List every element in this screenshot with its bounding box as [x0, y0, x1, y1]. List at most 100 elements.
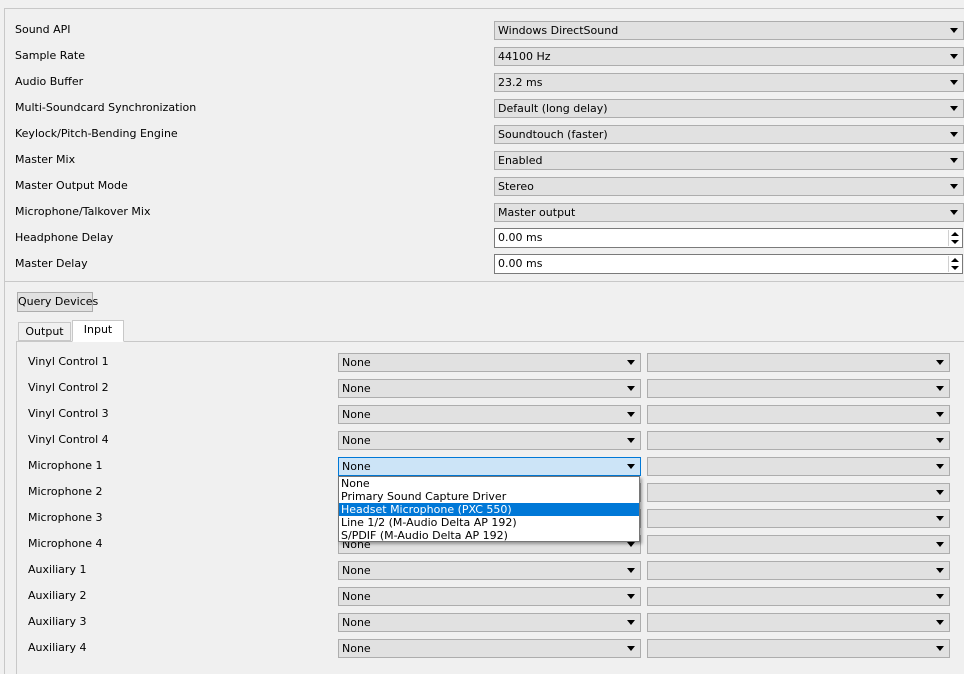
section-divider: [4, 281, 964, 282]
microphone-1-channel-select[interactable]: [647, 457, 950, 476]
spin-up-icon[interactable]: [951, 258, 959, 262]
auxiliary-3-device-select[interactable]: None: [338, 613, 641, 632]
auxiliary-3-device-value: None: [342, 616, 371, 629]
microphone-talkover-mix-select[interactable]: Master output: [494, 203, 964, 222]
master-delay-value: 0.00 ms: [498, 257, 543, 270]
microphone-talkover-mix-label: Microphone/Talkover Mix: [15, 205, 151, 218]
vinyl-control-2-device-value: None: [342, 382, 371, 395]
multi-soundcard-synchronization-label: Multi-Soundcard Synchronization: [15, 101, 197, 114]
chevron-down-icon: [950, 184, 958, 189]
audio-buffer-select[interactable]: 23.2 ms: [494, 73, 964, 92]
vinyl-control-4-device-select[interactable]: None: [338, 431, 641, 450]
microphone-4-label: Microphone 4: [28, 537, 103, 550]
vinyl-control-1-channel-select[interactable]: [647, 353, 950, 372]
auxiliary-3-channel-select[interactable]: [647, 613, 950, 632]
chevron-down-icon: [936, 594, 944, 599]
vinyl-control-4-channel-select[interactable]: [647, 431, 950, 450]
spin-buttons[interactable]: [948, 230, 961, 246]
microphone-2-channel-select[interactable]: [647, 483, 950, 502]
chevron-down-icon: [950, 80, 958, 85]
vinyl-control-1-label: Vinyl Control 1: [28, 355, 109, 368]
tab-input[interactable]: Input: [72, 320, 124, 342]
sample-rate-select[interactable]: 44100 Hz: [494, 47, 964, 66]
dropdown-option-none[interactable]: None: [339, 477, 639, 490]
chevron-down-icon: [627, 386, 635, 391]
chevron-down-icon: [936, 412, 944, 417]
audio-buffer-label: Audio Buffer: [15, 75, 84, 88]
chevron-down-icon: [627, 594, 635, 599]
vinyl-control-3-channel-select[interactable]: [647, 405, 950, 424]
query-devices-button[interactable]: Query Devices: [17, 292, 98, 312]
spin-down-icon[interactable]: [951, 266, 959, 270]
frame-top-border: [4, 8, 964, 9]
vinyl-control-4-device-value: None: [342, 434, 371, 447]
multi-soundcard-synchronization-select[interactable]: Default (long delay): [494, 99, 964, 118]
keylock-pitch-bending-engine-label: Keylock/Pitch-Bending Engine: [15, 127, 178, 140]
auxiliary-4-channel-select[interactable]: [647, 639, 950, 658]
auxiliary-1-device-select[interactable]: None: [338, 561, 641, 580]
auxiliary-4-device-value: None: [342, 642, 371, 655]
chevron-down-icon: [627, 620, 635, 625]
dropdown-option-headset-microphone[interactable]: Headset Microphone (PXC 550): [339, 503, 639, 516]
auxiliary-4-device-select[interactable]: None: [338, 639, 641, 658]
vinyl-control-4-label: Vinyl Control 4: [28, 433, 109, 446]
vinyl-control-3-device-value: None: [342, 408, 371, 421]
chevron-down-icon: [936, 438, 944, 443]
keylock-pitch-bending-engine-select[interactable]: Soundtouch (faster): [494, 125, 964, 144]
chevron-down-icon: [936, 464, 944, 469]
chevron-down-icon: [936, 386, 944, 391]
multi-soundcard-synchronization-value: Default (long delay): [498, 102, 608, 115]
microphone-4-channel-select[interactable]: [647, 535, 950, 554]
chevron-down-icon: [627, 464, 635, 469]
sound-api-label: Sound API: [15, 23, 71, 36]
auxiliary-3-label: Auxiliary 3: [28, 615, 87, 628]
chevron-down-icon: [627, 568, 635, 573]
vinyl-control-1-device-value: None: [342, 356, 371, 369]
master-output-mode-value: Stereo: [498, 180, 534, 193]
microphone-3-label: Microphone 3: [28, 511, 103, 524]
vinyl-control-3-device-select[interactable]: None: [338, 405, 641, 424]
master-delay-label: Master Delay: [15, 257, 88, 270]
dropdown-option-primary-sound-capture-driver[interactable]: Primary Sound Capture Driver: [339, 490, 639, 503]
headphone-delay-spinbox[interactable]: 0.00 ms: [494, 228, 963, 248]
master-output-mode-select[interactable]: Stereo: [494, 177, 964, 196]
master-mix-label: Master Mix: [15, 153, 76, 166]
microphone-2-label: Microphone 2: [28, 485, 103, 498]
microphone-1-device-value: None: [342, 460, 371, 473]
microphone-talkover-mix-value: Master output: [498, 206, 576, 219]
spin-down-icon[interactable]: [951, 240, 959, 244]
vinyl-control-2-channel-select[interactable]: [647, 379, 950, 398]
headphone-delay-label: Headphone Delay: [15, 231, 114, 244]
microphone-1-device-select[interactable]: None: [338, 457, 641, 476]
sound-api-select[interactable]: Windows DirectSound: [494, 21, 964, 40]
chevron-down-icon: [936, 568, 944, 573]
keylock-pitch-bending-engine-value: Soundtouch (faster): [498, 128, 608, 141]
master-output-mode-label: Master Output Mode: [15, 179, 128, 192]
dropdown-option-spdif[interactable]: S/PDIF (M-Audio Delta AP 192): [339, 529, 639, 542]
vinyl-control-1-device-select[interactable]: None: [338, 353, 641, 372]
spin-up-icon[interactable]: [951, 232, 959, 236]
microphone-1-device-dropdown-list[interactable]: None Primary Sound Capture Driver Headse…: [338, 476, 640, 542]
microphone-3-channel-select[interactable]: [647, 509, 950, 528]
chevron-down-icon: [936, 542, 944, 547]
master-delay-spinbox[interactable]: 0.00 ms: [494, 254, 963, 274]
audio-buffer-value: 23.2 ms: [498, 76, 543, 89]
master-mix-select[interactable]: Enabled: [494, 151, 964, 170]
chevron-down-icon: [936, 646, 944, 651]
auxiliary-2-channel-select[interactable]: [647, 587, 950, 606]
spin-buttons[interactable]: [948, 256, 961, 272]
chevron-down-icon: [950, 210, 958, 215]
sound-api-value: Windows DirectSound: [498, 24, 619, 37]
dropdown-option-line-1-2[interactable]: Line 1/2 (M-Audio Delta AP 192): [339, 516, 639, 529]
chevron-down-icon: [627, 438, 635, 443]
auxiliary-2-device-select[interactable]: None: [338, 587, 641, 606]
chevron-down-icon: [950, 158, 958, 163]
auxiliary-1-channel-select[interactable]: [647, 561, 950, 580]
chevron-down-icon: [936, 490, 944, 495]
tab-output[interactable]: Output: [18, 322, 71, 341]
vinyl-control-2-device-select[interactable]: None: [338, 379, 641, 398]
vinyl-control-3-label: Vinyl Control 3: [28, 407, 109, 420]
master-mix-value: Enabled: [498, 154, 543, 167]
frame-left-border: [4, 8, 5, 674]
chevron-down-icon: [950, 132, 958, 137]
